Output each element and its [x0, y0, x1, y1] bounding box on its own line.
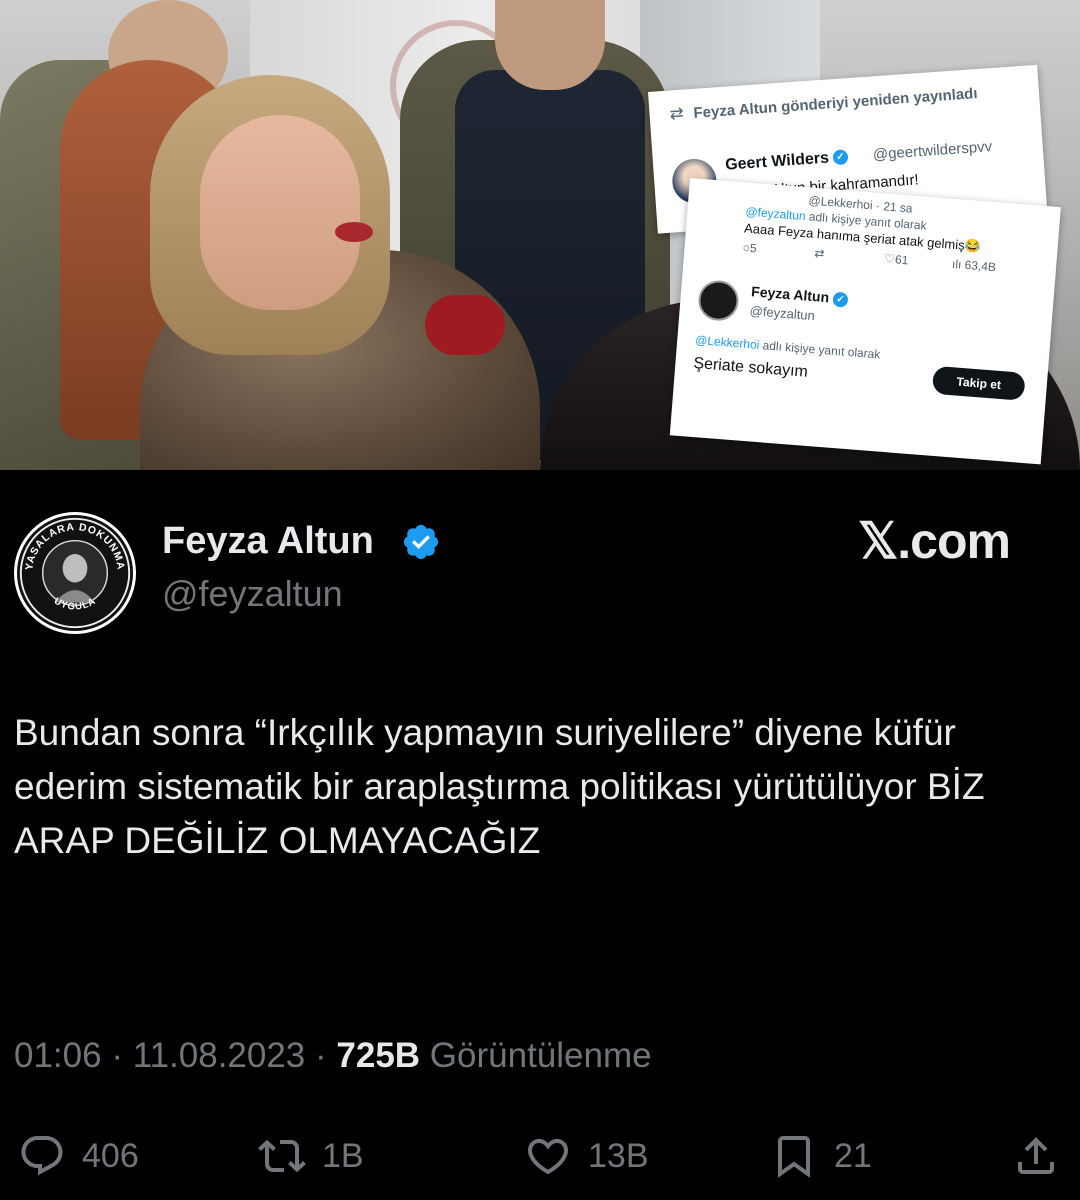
bookmark-count: 21: [834, 1136, 872, 1175]
avatar-image: YASALARA DOKUNMA UYGULA: [19, 517, 131, 629]
embedded-reply-card: @Lekkerhoi · 21 sa @feyzaltun adlı kişiy…: [669, 178, 1061, 465]
photo-officer-head: [495, 0, 605, 90]
avatar: [696, 279, 740, 323]
card-author-handle: @geertwilderspvv: [872, 138, 993, 164]
verified-badge-icon: [403, 524, 439, 560]
like-icon: [527, 1139, 569, 1175]
follow-button: Takip et: [931, 365, 1026, 401]
share-button[interactable]: [1012, 1128, 1076, 1184]
reply-icon: [21, 1136, 63, 1176]
author-handle[interactable]: @feyzaltun: [162, 573, 343, 615]
tweet-media-photo[interactable]: ⇄ Feyza Altun gönderiyi yeniden yayınlad…: [0, 0, 1080, 470]
photo-microphone: [425, 295, 505, 355]
reply-button[interactable]: 406: [18, 1128, 139, 1184]
retweet-button[interactable]: 1B: [258, 1128, 364, 1184]
like-count: 13B: [588, 1136, 649, 1175]
bookmark-icon: [778, 1136, 810, 1178]
like-button[interactable]: 13B: [524, 1128, 649, 1184]
tweet-meta: 01:06 · 11.08.2023 · 725B Görüntülenme: [14, 1036, 652, 1075]
author-avatar[interactable]: YASALARA DOKUNMA UYGULA: [14, 512, 136, 634]
retweet-attribution: Feyza Altun gönderiyi yeniden yayınladı: [693, 85, 979, 122]
card-reply-count: ○5: [742, 240, 758, 256]
reply-count: 406: [82, 1136, 139, 1175]
card-like-count: ♡61: [883, 251, 909, 268]
views-label: Görüntülenme: [429, 1036, 652, 1075]
views-count: 725B: [336, 1036, 421, 1075]
photo-woman-lips: [335, 222, 373, 242]
author-name[interactable]: Feyza Altun: [162, 520, 374, 563]
verified-badge-icon: ✓: [832, 149, 849, 166]
card-author-name: Geert Wilders ✓: [725, 148, 849, 175]
tweet-time[interactable]: 01:06: [14, 1036, 102, 1075]
retweet-icon: ⇄: [668, 103, 685, 124]
tweet-text: Bundan sonra “Irkçılık yapmayın suriyeli…: [14, 712, 985, 861]
card-view-count: ılı 63,4B: [951, 256, 997, 275]
share-icon: [1018, 1137, 1054, 1174]
retweet-icon: ⇄: [813, 246, 826, 261]
x-com-logo: 𝕏.com: [858, 513, 1011, 569]
verified-badge-icon: ✓: [832, 291, 849, 308]
retweet-icon: [258, 1139, 306, 1173]
retweet-count: 1B: [322, 1136, 364, 1175]
card-author-handle: @feyzaltun: [749, 303, 816, 324]
bookmark-button[interactable]: 21: [770, 1128, 872, 1184]
photo-woman-face: [200, 115, 360, 310]
card-tweet-text: Şeriate sokayım: [692, 354, 809, 381]
tweet-date[interactable]: 11.08.2023: [133, 1036, 306, 1075]
